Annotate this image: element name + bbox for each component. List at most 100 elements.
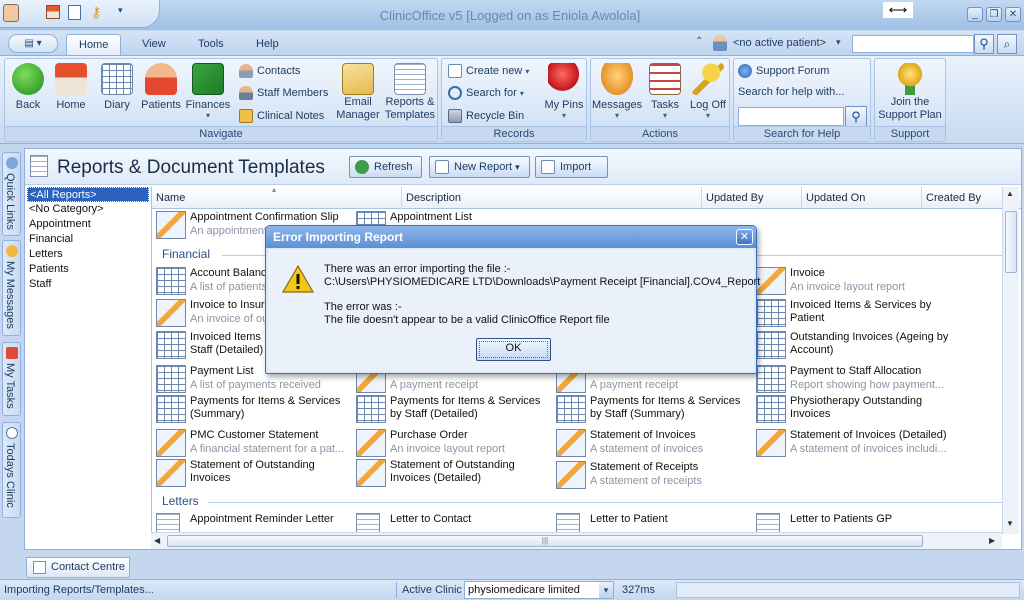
create-new-button[interactable]: Create new ▾ — [446, 61, 529, 81]
award-medal-icon — [894, 63, 926, 95]
tasks-label: Tasks — [650, 99, 680, 111]
template-item[interactable]: PMC Customer Statement A financial state… — [152, 427, 352, 459]
recycle-bin-label: Recycle Bin — [466, 110, 525, 122]
category-item[interactable]: Staff — [27, 277, 149, 292]
template-item[interactable]: Payments for Items & Services by Staff (… — [552, 393, 752, 425]
app-menu-button[interactable]: ▤ ▾ — [8, 34, 58, 53]
key-icon[interactable]: ⚷ — [91, 4, 105, 20]
scroll-thumb[interactable]: ||| — [167, 535, 923, 547]
template-item[interactable]: Statement of Receipts A statement of rec… — [552, 459, 752, 491]
column-header-updated-by[interactable]: Updated By — [702, 187, 802, 209]
template-pen-icon — [756, 267, 786, 295]
category-item[interactable]: Patients — [27, 262, 149, 277]
template-item[interactable]: Payments for Items & Services (Summary) — [152, 393, 352, 425]
web-search-icon[interactable]: ⌕ — [997, 34, 1017, 54]
template-item[interactable]: Purchase Order An invoice layout report — [352, 427, 552, 459]
column-header-updated-on[interactable]: Updated On — [802, 187, 922, 209]
template-item[interactable]: Statement of Invoices A statement of inv… — [552, 427, 752, 459]
recycle-bin-button[interactable]: Recycle Bin — [446, 106, 524, 126]
reports-icon[interactable] — [68, 5, 81, 20]
group-navigate: Back Home Diary Patients Finances ▾ Cont… — [4, 58, 438, 142]
tab-view[interactable]: View — [130, 34, 178, 55]
column-header-name[interactable]: Name — [152, 187, 402, 209]
ok-button[interactable]: OK — [476, 338, 551, 361]
tab-tools[interactable]: Tools — [186, 34, 236, 55]
side-tab-todays-clinic[interactable]: Todays Clinic — [2, 422, 21, 518]
log-off-button[interactable]: Log Off ▾ — [687, 63, 729, 120]
clinical-notes-button[interactable]: Clinical Notes — [237, 106, 324, 126]
side-tab-my-tasks[interactable]: My Tasks — [2, 342, 21, 416]
staff-icon — [239, 86, 253, 100]
email-manager-button[interactable]: Email Manager — [335, 63, 381, 122]
home-icon[interactable] — [46, 5, 60, 19]
side-tab-my-messages[interactable]: My Messages — [2, 240, 21, 336]
template-item[interactable]: Physiotherapy Outstanding Invoices — [752, 393, 952, 425]
staff-members-button[interactable]: Staff Members — [237, 83, 328, 103]
tab-home[interactable]: Home — [66, 34, 122, 55]
chevron-down-icon: ▾ — [205, 111, 210, 120]
reports-templates-button[interactable]: Reports & Templates — [383, 63, 437, 122]
help-search-icon[interactable]: ⚲ — [845, 106, 867, 127]
join-support-plan-button[interactable]: Join the Support Plan — [877, 63, 943, 122]
category-item[interactable]: Financial — [27, 232, 149, 247]
tab-help[interactable]: Help — [244, 34, 291, 55]
template-pen-icon — [356, 429, 386, 457]
contact-icon — [239, 64, 253, 78]
search-icon[interactable]: ⚲ — [974, 34, 994, 54]
scroll-left-icon[interactable]: ◀ — [154, 536, 160, 545]
horizontal-scrollbar[interactable]: ◀ ||| ▶ — [151, 532, 1002, 549]
patient-selector[interactable]: <no active patient> — [733, 37, 826, 49]
template-item[interactable]: Statement of Invoices (Detailed) A state… — [752, 427, 952, 459]
back-button[interactable]: Back — [8, 63, 48, 111]
refresh-button[interactable]: Refresh — [349, 156, 422, 178]
scroll-down-icon[interactable]: ▼ — [1006, 519, 1014, 528]
template-item[interactable]: Invoiced Items & Services by Patient — [752, 297, 952, 329]
home-button[interactable]: Home — [51, 63, 91, 111]
category-item[interactable]: Letters — [27, 247, 149, 262]
template-item[interactable]: Outstanding Invoices (Ageing by Account) — [752, 329, 952, 361]
customize-qat-icon[interactable]: ▾ — [118, 5, 123, 16]
search-help-prompt: Search for help with... — [738, 86, 845, 98]
category-item[interactable]: <All Reports> — [27, 187, 149, 202]
finances-button[interactable]: Finances ▾ — [185, 63, 231, 120]
contacts-button[interactable]: Contacts — [237, 61, 300, 81]
column-header-description[interactable]: Description — [402, 187, 702, 209]
search-for-button[interactable]: Search for ▾ — [446, 83, 524, 103]
import-button[interactable]: Import — [535, 156, 608, 178]
scroll-right-icon[interactable]: ▶ — [989, 536, 995, 545]
dialog-title: Error Importing Report — [273, 230, 404, 244]
scroll-thumb[interactable] — [1005, 211, 1017, 273]
template-item[interactable]: Payment to Staff Allocation Report showi… — [752, 363, 952, 395]
new-report-icon — [435, 160, 449, 174]
app-icon[interactable] — [3, 4, 19, 22]
diary-button[interactable]: Diary — [97, 63, 137, 111]
restore-button[interactable]: ❐ — [986, 7, 1002, 22]
chevron-down-icon[interactable]: ▾ — [599, 582, 613, 598]
patients-button[interactable]: Patients — [139, 63, 183, 111]
template-item[interactable]: Invoice An invoice layout report — [752, 265, 952, 297]
help-search-input[interactable] — [738, 107, 844, 126]
new-report-button[interactable]: New Report ▾ — [429, 156, 530, 178]
category-item[interactable]: Appointment — [27, 217, 149, 232]
messages-button[interactable]: Messages ▾ — [592, 63, 642, 120]
active-clinic-select[interactable]: physiomedicare limited ▾ — [464, 581, 614, 599]
template-item[interactable]: Statement of Outstanding Invoices (Detai… — [352, 457, 552, 489]
global-search-input[interactable] — [852, 35, 974, 53]
minimize-button[interactable]: _ — [967, 7, 983, 22]
my-pins-button[interactable]: My Pins ▾ — [542, 63, 586, 120]
close-window-button[interactable]: ✕ — [1005, 7, 1021, 22]
vertical-scrollbar[interactable]: ▲ ▼ — [1002, 187, 1019, 534]
support-forum-button[interactable]: Support Forum — [736, 61, 829, 81]
dialog-close-icon[interactable]: ✕ — [736, 229, 753, 245]
side-tab-my-messages-label: My Messages — [4, 261, 16, 329]
tasks-button[interactable]: Tasks ▾ — [645, 63, 685, 120]
side-tab-quick-links[interactable]: Quick Links — [2, 152, 21, 236]
collapse-ribbon-icon[interactable]: ⌃ — [695, 36, 703, 47]
scroll-up-icon[interactable]: ▲ — [1006, 189, 1014, 198]
category-item[interactable]: <No Category> — [27, 202, 149, 217]
side-tabs: Quick Links My Messages My Tasks Todays … — [0, 148, 22, 558]
chevron-down-icon[interactable]: ▾ — [836, 37, 841, 48]
contact-centre-tab[interactable]: Contact Centre — [26, 557, 130, 578]
template-item[interactable]: Payments for Items & Services by Staff (… — [352, 393, 552, 425]
template-item[interactable]: Statement of Outstanding Invoices — [152, 457, 352, 489]
